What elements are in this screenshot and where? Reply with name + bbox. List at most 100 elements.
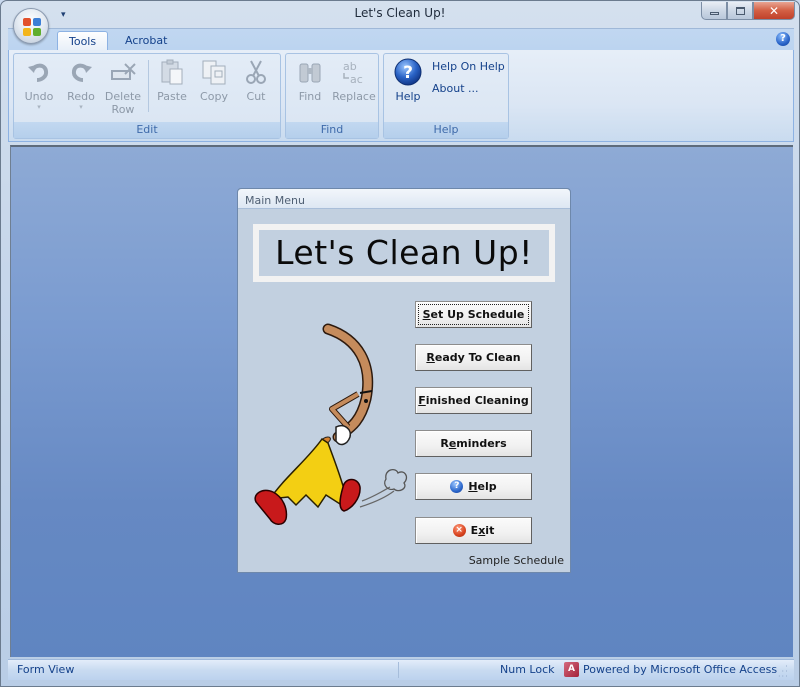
svg-text:?: ? <box>403 63 413 83</box>
delete-row-label: Delete Row <box>103 90 143 116</box>
close-button[interactable]: ✕ <box>753 2 795 20</box>
label-rest: it <box>485 524 495 537</box>
replace-button[interactable]: ab ac Replace <box>332 58 376 103</box>
cut-button[interactable]: Cut <box>236 58 276 103</box>
label-rest: inished Cleaning <box>425 394 529 407</box>
exit-button[interactable]: × Exit <box>415 517 532 544</box>
svg-text:ac: ac <box>350 73 363 86</box>
help-button[interactable]: ? Help <box>388 58 428 103</box>
svg-text:ab: ab <box>343 60 357 73</box>
num-lock-indicator: Num Lock <box>500 663 555 676</box>
reminders-button[interactable]: Reminders <box>415 430 532 457</box>
powered-by-text: Powered by Microsoft Office Access <box>583 663 778 676</box>
about-link[interactable]: About ... <box>432 82 479 95</box>
label-rest: et Up Schedule <box>430 308 525 321</box>
help-label: Help <box>395 90 421 103</box>
paste-button[interactable]: Paste <box>152 58 192 103</box>
resize-grip-icon[interactable]: · ·· ··· <box>778 663 792 681</box>
undo-dropdown-icon[interactable]: ▾ <box>19 103 59 111</box>
replace-icon: ab ac <box>343 60 363 86</box>
redo-button[interactable]: Redo ▾ <box>61 58 101 111</box>
window-title: Let's Clean Up! <box>354 6 446 20</box>
title-bar: Let's Clean Up! ▾ ✕ <box>1 1 799 28</box>
ribbon: Undo ▾ Redo ▾ Delete Row Paste Copy Cut … <box>8 50 794 142</box>
tab-tools[interactable]: Tools <box>57 31 109 52</box>
help-on-help-link[interactable]: Help On Help <box>432 60 505 73</box>
powered-by: A Powered by Microsoft Office Access <box>564 662 777 677</box>
app-window: Let's Clean Up! ▾ ✕ Tools Acrobat ? Undo… <box>0 0 800 687</box>
main-menu-form: Main Menu Let's Clean Up! Set Up Schedul… <box>237 188 571 573</box>
edit-group: Undo ▾ Redo ▾ Delete Row Paste Copy Cut … <box>13 53 281 139</box>
copy-icon <box>202 60 226 85</box>
minimize-button[interactable] <box>701 2 727 20</box>
label-rest: eady To Clean <box>434 351 521 364</box>
status-divider <box>398 662 399 678</box>
minimize-icon <box>709 12 719 15</box>
label-rest: elp <box>477 480 497 493</box>
ready-to-clean-button[interactable]: Ready To Clean <box>415 344 532 371</box>
undo-label: Undo <box>24 90 54 103</box>
delete-row-button[interactable]: Delete Row <box>103 58 143 116</box>
find-button[interactable]: Find <box>290 58 330 103</box>
accelerator-key: S <box>422 308 431 321</box>
undo-button[interactable]: Undo ▾ <box>19 58 59 111</box>
tab-acrobat[interactable]: Acrobat <box>114 31 178 52</box>
accelerator-key: F <box>418 394 426 407</box>
paste-label: Paste <box>157 90 187 103</box>
set-up-schedule-label: Set Up Schedule <box>423 308 525 321</box>
scissors-icon <box>246 60 266 84</box>
delete-row-label-line1: Delete <box>104 90 142 103</box>
form-caption: Main Menu <box>238 189 570 209</box>
exit-icon: × <box>452 524 466 537</box>
restore-icon <box>735 6 745 15</box>
copy-button[interactable]: Copy <box>194 58 234 103</box>
title-banner: Let's Clean Up! <box>253 224 555 282</box>
set-up-schedule-button[interactable]: Set Up Schedule <box>415 301 532 328</box>
replace-label: Replace <box>332 90 376 103</box>
edit-separator <box>148 60 149 112</box>
view-status: Form View <box>17 663 75 676</box>
delete-row-icon <box>111 63 136 80</box>
exit-label: Exit <box>471 524 495 537</box>
help-icon[interactable]: ? <box>776 32 790 46</box>
copy-label: Copy <box>200 90 228 103</box>
label-rest: minders <box>456 437 507 450</box>
status-bar: Form View Num Lock A Powered by Microsof… <box>8 659 794 681</box>
window-controls: ✕ <box>701 2 795 21</box>
accelerator-key: R <box>426 351 435 364</box>
label-pre: R <box>440 437 449 450</box>
help-form-button[interactable]: ? Help <box>415 473 532 500</box>
find-group-label: Find <box>286 122 378 138</box>
reminders-label: Reminders <box>440 437 506 450</box>
help-group: ? Help Help On Help About ... Help <box>383 53 509 139</box>
redo-icon <box>71 63 92 82</box>
sample-schedule-label: Sample Schedule <box>468 554 564 567</box>
help-icon: ? <box>394 58 422 86</box>
access-icon: A <box>564 662 579 677</box>
redo-dropdown-icon[interactable]: ▾ <box>61 103 101 111</box>
help-form-label: Help <box>468 480 496 493</box>
maximize-button[interactable] <box>727 2 753 20</box>
find-label: Find <box>298 90 322 103</box>
ready-to-clean-label: Ready To Clean <box>426 351 520 364</box>
banner-title: Let's Clean Up! <box>259 230 549 276</box>
running-broom-illustration <box>254 323 408 525</box>
finished-cleaning-label: Finished Cleaning <box>418 394 528 407</box>
accelerator-key: H <box>468 480 478 493</box>
undo-icon <box>28 63 49 82</box>
help-icon: ? <box>450 480 464 493</box>
redo-label: Redo <box>67 90 95 103</box>
help-group-label: Help <box>384 122 508 138</box>
paste-icon <box>161 59 183 85</box>
find-group: Find ab ac Replace Find <box>285 53 379 139</box>
close-icon: ✕ <box>768 3 780 18</box>
ribbon-tabstrip: Tools Acrobat ? <box>8 28 794 52</box>
office-logo-icon <box>23 18 41 36</box>
customize-quick-access-icon[interactable]: ▾ <box>61 10 66 20</box>
office-button[interactable] <box>13 8 49 44</box>
edit-group-label: Edit <box>14 122 280 138</box>
delete-row-label-line2: Row <box>111 103 135 116</box>
binoculars-icon <box>299 63 321 83</box>
cut-label: Cut <box>246 90 266 103</box>
finished-cleaning-button[interactable]: Finished Cleaning <box>415 387 532 414</box>
